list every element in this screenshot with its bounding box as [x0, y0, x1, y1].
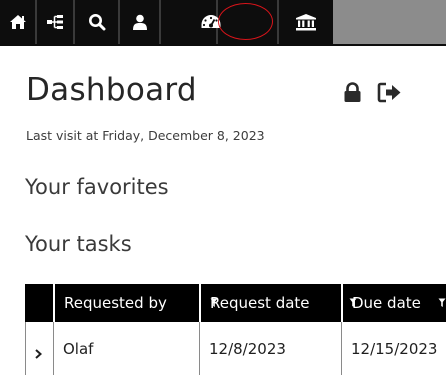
column-label: Requested by	[64, 294, 167, 312]
hierarchy-button[interactable]	[37, 0, 75, 44]
sign-out-icon[interactable]	[377, 82, 403, 107]
cell-request-date: 12/8/2023	[199, 322, 341, 375]
user-button[interactable]	[120, 0, 161, 44]
bank-icon	[295, 13, 317, 31]
cell-due-date: 12/15/2023	[341, 322, 446, 375]
tasks-heading: Your tasks	[25, 232, 132, 256]
hierarchy-icon	[46, 14, 64, 30]
page-title: Dashboard	[26, 72, 197, 108]
column-header-due-date[interactable]: Due date	[341, 284, 446, 322]
home-icon	[9, 14, 27, 30]
dashboard-button[interactable]	[161, 0, 220, 44]
cell-requested-by: Olaf	[53, 322, 199, 375]
filter-icon[interactable]	[438, 294, 446, 312]
toolbar-empty-area	[333, 0, 446, 44]
favorites-heading: Your favorites	[25, 175, 169, 199]
expand-row-icon[interactable]	[35, 344, 43, 363]
home-button[interactable]	[0, 0, 37, 44]
dashboard-button-extension	[218, 0, 277, 44]
bank-button[interactable]	[277, 0, 333, 44]
column-label: Due date	[352, 294, 421, 312]
search-button[interactable]	[75, 0, 120, 44]
last-visit-text: Last visit at Friday, December 8, 2023	[26, 128, 265, 143]
user-icon	[132, 14, 148, 31]
top-toolbar	[0, 0, 446, 46]
column-label: Request date	[210, 294, 310, 312]
search-icon	[88, 13, 106, 31]
lock-icon[interactable]	[343, 82, 362, 107]
